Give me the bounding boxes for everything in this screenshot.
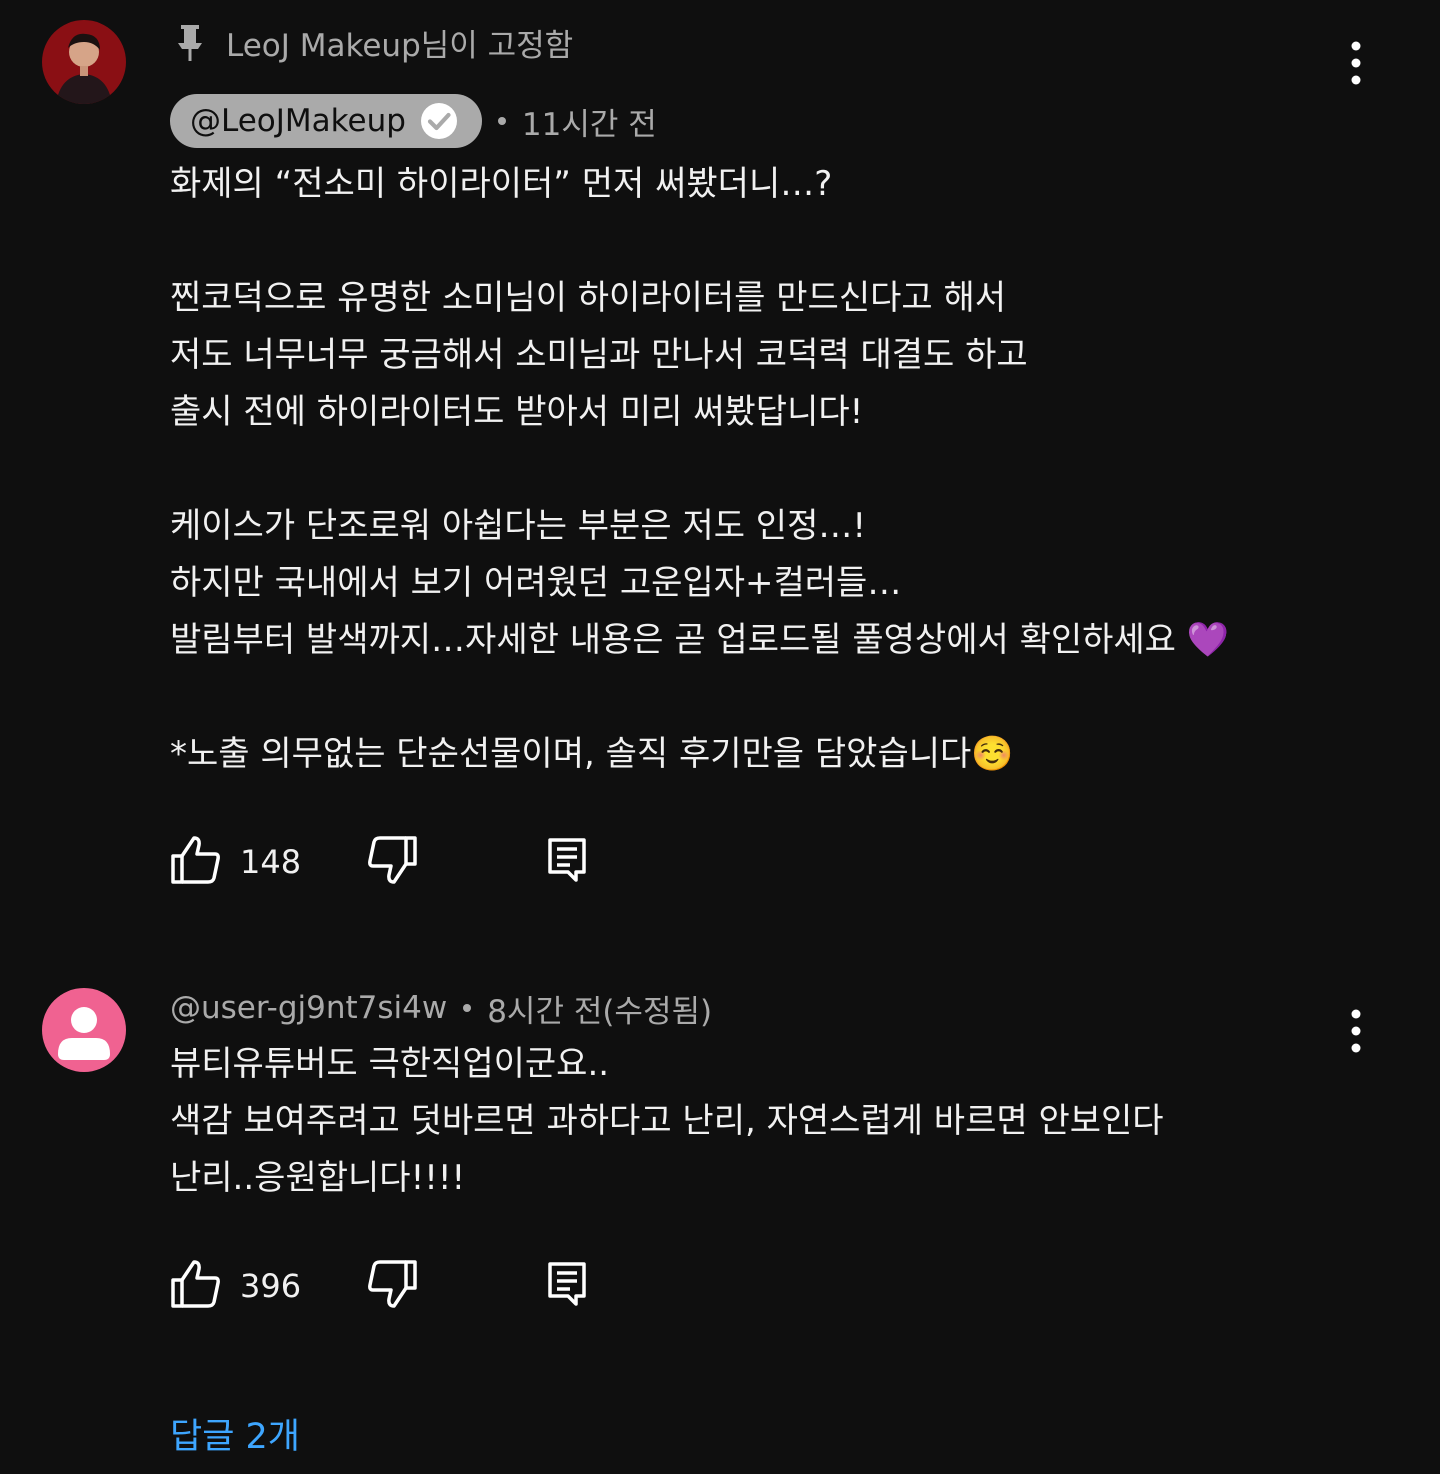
like-count: 148 xyxy=(240,843,302,881)
author-handle-chip[interactable]: @LeoJMakeup xyxy=(170,94,482,148)
like-count: 396 xyxy=(240,1267,302,1305)
author-handle[interactable]: @user-gj9nt7si4w xyxy=(170,990,447,1026)
dislike-button[interactable] xyxy=(366,836,418,888)
thumb-down-icon xyxy=(366,834,418,890)
dislike-button[interactable] xyxy=(366,1260,418,1312)
avatar[interactable] xyxy=(42,988,126,1072)
comment-meta: @LeoJMakeup 11시간 전 xyxy=(170,94,657,148)
comment-meta: @user-gj9nt7si4w 8시간 전(수정됨) xyxy=(170,986,712,1030)
separator-dot xyxy=(463,1004,472,1012)
comment-actions: 396 xyxy=(170,1260,610,1312)
reply-button[interactable] xyxy=(546,1260,588,1312)
like-button[interactable]: 148 xyxy=(170,836,301,888)
comment-text: 뷰티유튜버도 극한직업이군요.. 색감 보여주려고 덧바르면 과하다고 난리, … xyxy=(170,1044,1164,1198)
more-vert-icon[interactable] xyxy=(1338,1009,1374,1053)
view-replies-link[interactable]: 답글 2개 xyxy=(170,1408,300,1459)
comment-text: 화제의 “전소미 하이라이터” 먼저 써봤더니…? 찐코덕으로 유명한 소미님이… xyxy=(170,164,1230,774)
reply-icon xyxy=(546,1258,588,1314)
thumb-down-icon xyxy=(366,1258,418,1314)
reply-icon xyxy=(546,834,588,890)
author-handle: @LeoJMakeup xyxy=(190,103,406,139)
thumb-up-icon xyxy=(170,1258,222,1314)
verified-icon xyxy=(420,102,458,140)
comment-actions: 148 xyxy=(170,836,610,888)
separator-dot xyxy=(497,117,506,125)
avatar[interactable] xyxy=(42,20,126,104)
reply-button[interactable] xyxy=(546,836,588,888)
thumb-up-icon xyxy=(170,834,222,890)
more-vert-icon[interactable] xyxy=(1338,41,1374,85)
pinned-by-text: LeoJ Makeup님이 고정함 xyxy=(226,28,574,64)
pin-icon xyxy=(170,21,210,65)
comment-timestamp[interactable]: 8시간 전(수정됨) xyxy=(487,986,712,1031)
comment-timestamp[interactable]: 11시간 전 xyxy=(522,99,657,144)
like-button[interactable]: 396 xyxy=(170,1260,301,1312)
pinned-label-row: LeoJ Makeup님이 고정함 xyxy=(170,20,573,65)
